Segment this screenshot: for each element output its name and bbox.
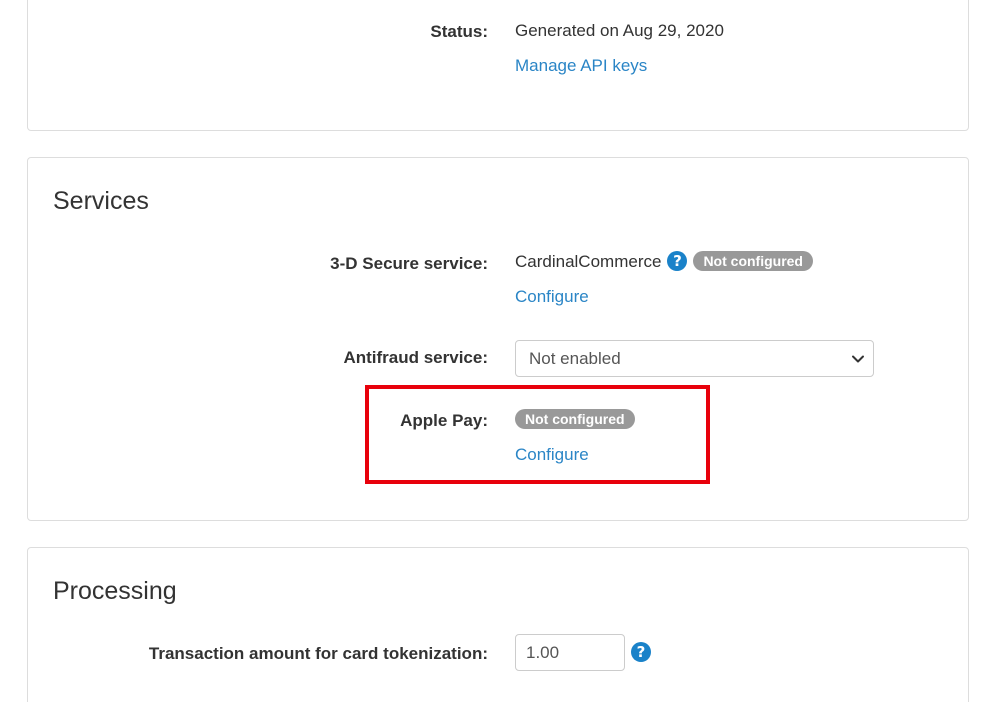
apple-pay-configure-link[interactable]: Configure (515, 446, 589, 463)
services-title: Services (53, 187, 149, 215)
manage-api-keys-link[interactable]: Manage API keys (515, 57, 647, 74)
tokenization-amount-label: Transaction amount for card tokenization… (148, 644, 488, 663)
secure-service-label: 3-D Secure service: (330, 254, 488, 273)
api-keys-panel: Status: Generated on Aug 29, 2020 Manage… (27, 0, 969, 131)
status-value: Generated on Aug 29, 2020 (515, 21, 724, 40)
processing-title: Processing (53, 577, 177, 605)
tokenization-amount-value: 1.00 (526, 642, 560, 662)
chevron-down-icon (852, 355, 864, 363)
antifraud-select[interactable]: Not enabled (515, 340, 874, 377)
question-circle-icon[interactable]: ? (631, 642, 651, 662)
tokenization-amount-input[interactable]: 1.00 (515, 634, 625, 671)
secure-status-badge: Not configured (693, 251, 813, 271)
settings-page: Status: Generated on Aug 29, 2020 Manage… (0, 0, 995, 702)
processing-panel: Processing Transaction amount for card t… (27, 547, 969, 702)
services-panel: Services 3-D Secure service: CardinalCom… (27, 157, 969, 521)
secure-configure-link[interactable]: Configure (515, 288, 589, 305)
question-circle-icon[interactable]: ? (667, 251, 688, 271)
secure-service-value: CardinalCommerce ? Not configured (515, 251, 813, 271)
apple-pay-status-badge: Not configured (515, 409, 635, 429)
antifraud-selected-value: Not enabled (529, 348, 621, 368)
secure-provider-name: CardinalCommerce (515, 251, 662, 271)
antifraud-label: Antifraud service: (343, 348, 488, 367)
status-label: Status: (430, 22, 488, 41)
apple-pay-value: Not configured (515, 409, 635, 429)
apple-pay-label: Apple Pay: (400, 411, 488, 430)
